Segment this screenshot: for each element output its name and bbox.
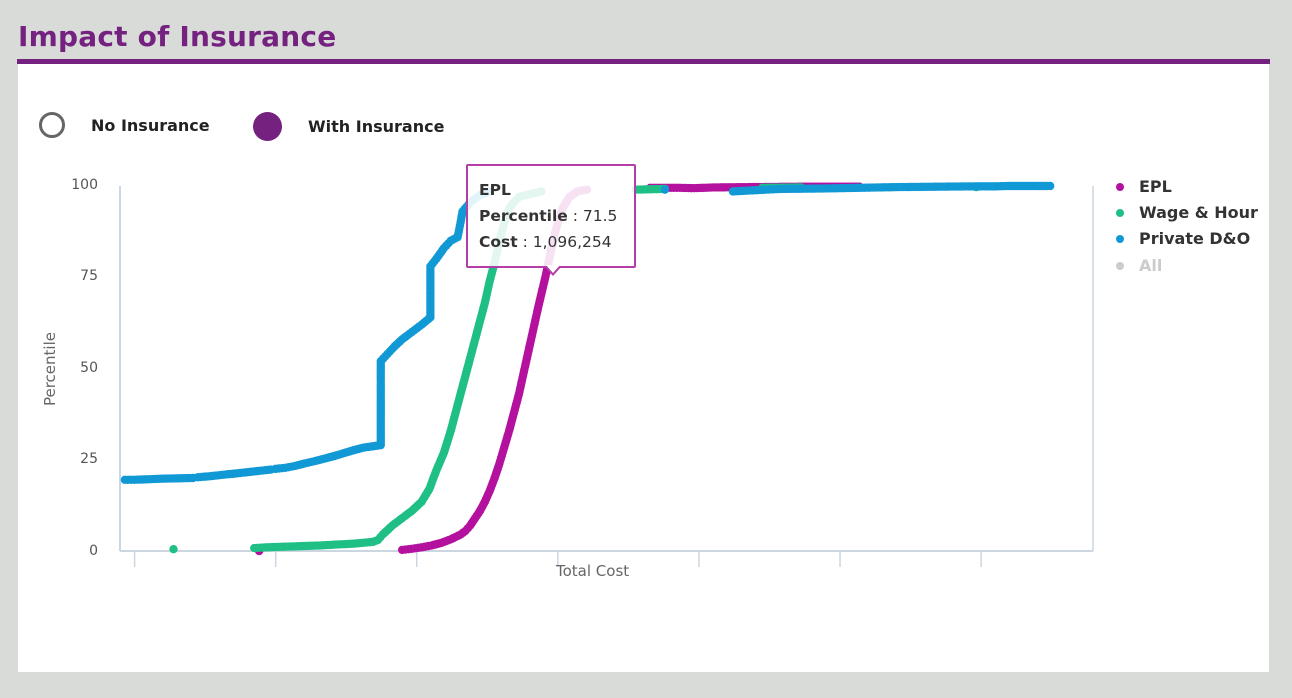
tooltip-series: EPL bbox=[479, 181, 511, 199]
y-tick-label: 75 bbox=[80, 268, 98, 284]
tooltip-percentile-label: Percentile bbox=[479, 207, 568, 225]
y-axis-label: Percentile bbox=[41, 332, 59, 407]
legend-label: All bbox=[1139, 256, 1163, 275]
y-tick-label: 0 bbox=[89, 543, 98, 559]
legend-item-all[interactable]: All bbox=[1116, 256, 1162, 275]
legend-dot-icon bbox=[1116, 261, 1124, 270]
legend-item-epl[interactable]: EPL bbox=[1116, 177, 1172, 196]
data-point bbox=[1045, 181, 1055, 191]
legend-label: EPL bbox=[1139, 177, 1172, 196]
legend-label: Private D&O bbox=[1139, 229, 1251, 248]
tooltip-cost-label: Cost bbox=[479, 233, 518, 251]
legend-item-private-do[interactable]: Private D&O bbox=[1116, 229, 1250, 248]
y-tick-label: 50 bbox=[80, 360, 98, 376]
tooltip-cost-value: 1,096,254 bbox=[532, 233, 612, 251]
legend-dot-icon bbox=[1116, 182, 1124, 191]
scatter-chart bbox=[119, 181, 1094, 567]
legend-dot-icon bbox=[1116, 234, 1124, 243]
data-point bbox=[169, 544, 178, 554]
x-axis-label: Total Cost bbox=[556, 562, 630, 580]
y-tick-label: 25 bbox=[80, 451, 98, 467]
data-point bbox=[660, 185, 670, 194]
y-tick-label: 100 bbox=[71, 177, 98, 193]
legend-label: Wage & Hour bbox=[1139, 203, 1258, 222]
tooltip-percentile-value: 71.5 bbox=[582, 207, 618, 225]
legend-item-wage-hour[interactable]: Wage & Hour bbox=[1116, 203, 1258, 222]
data-tooltip: EPL Percentile : 71.5 Cost : 1,096,254 bbox=[466, 164, 636, 276]
legend-dot-icon bbox=[1116, 208, 1124, 217]
